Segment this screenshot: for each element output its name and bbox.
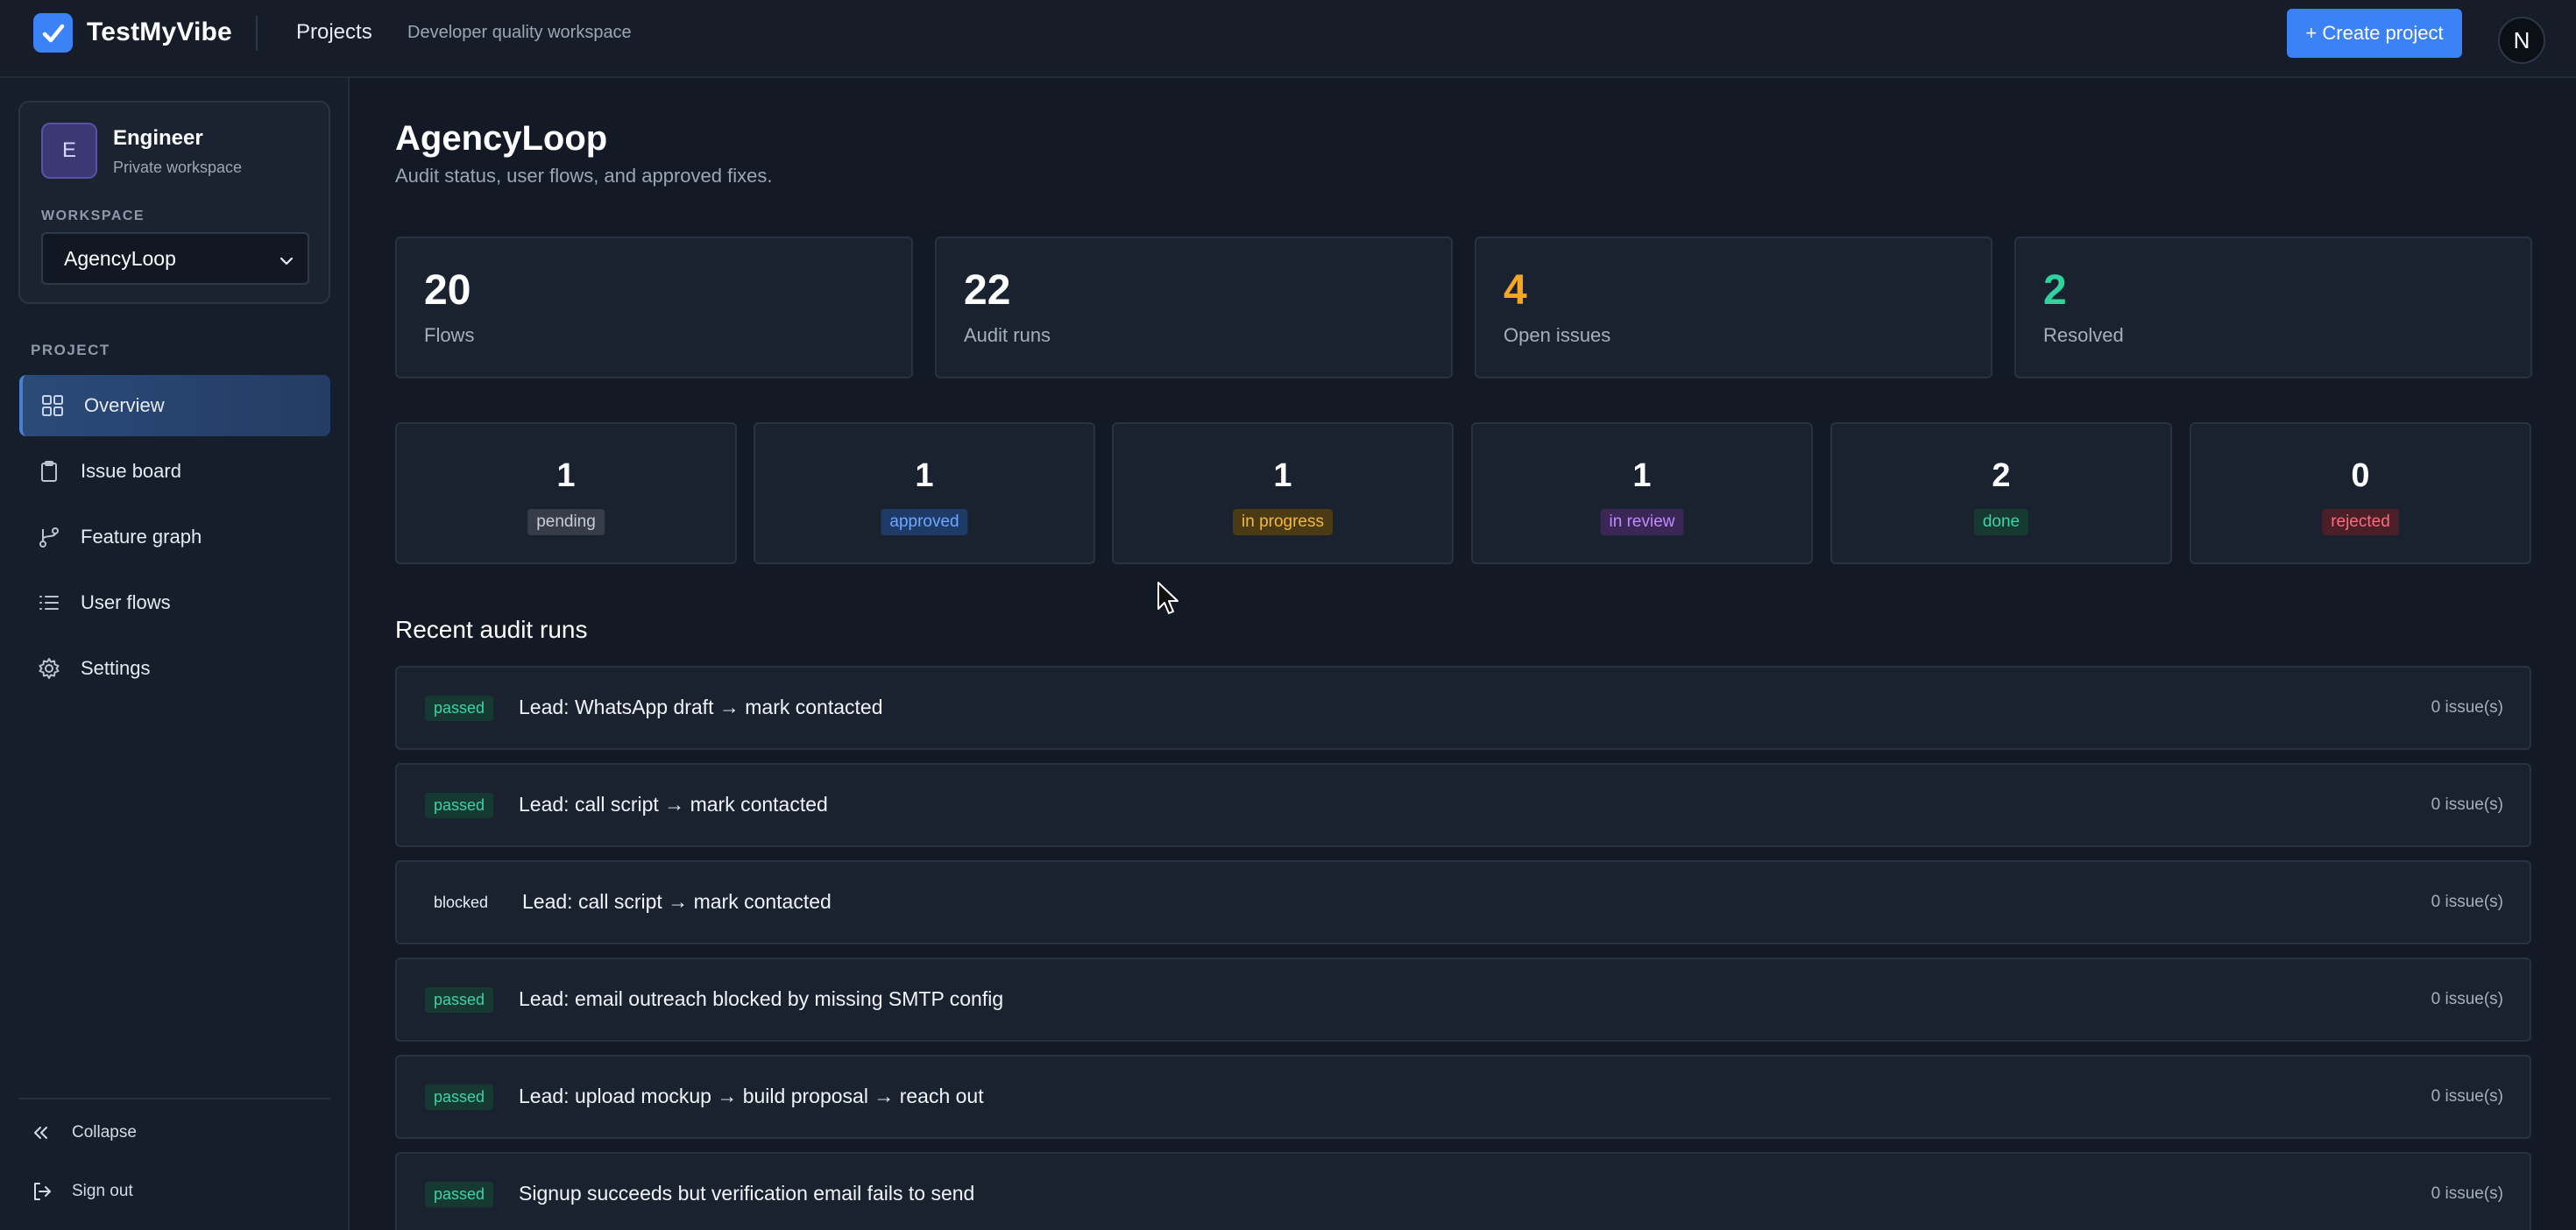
collapse-label: Collapse xyxy=(72,1123,137,1142)
status-badge: done xyxy=(1973,509,2029,535)
page-subtitle: Audit status, user flows, and approved f… xyxy=(395,165,773,187)
nav-projects-link[interactable]: Projects xyxy=(296,20,372,45)
chevrons-left-icon xyxy=(32,1123,56,1142)
run-status-badge: blocked xyxy=(434,894,489,911)
audit-run-row[interactable]: passed Lead: call script → mark contacte… xyxy=(395,763,2531,847)
run-status-badge: passed xyxy=(425,987,494,1013)
status-card-approved: 1 approved xyxy=(754,422,1095,564)
workspace-avatar: E xyxy=(41,123,97,179)
run-issue-count: 0 issue(s) xyxy=(2431,698,2503,717)
stat-card-flows: 20 Flows xyxy=(395,237,913,378)
status-badge: rejected xyxy=(2322,509,2399,535)
audit-run-row[interactable]: passed Lead: email outreach blocked by m… xyxy=(395,958,2531,1042)
run-title: Lead: call script → mark contacted xyxy=(519,793,828,816)
clipboard-icon xyxy=(37,459,61,484)
sidebar-item-settings[interactable]: Settings xyxy=(19,638,330,699)
run-status-badge: passed xyxy=(425,1085,494,1110)
sidebar-item-label: Issue board xyxy=(81,460,181,482)
stat-label: Resolved xyxy=(2043,324,2124,346)
run-status-badge: passed xyxy=(425,696,494,721)
stat-value: 4 xyxy=(1504,267,1527,314)
branch-icon xyxy=(37,525,61,549)
run-issue-count: 0 issue(s) xyxy=(2431,795,2503,814)
stat-value: 20 xyxy=(424,267,471,314)
collapse-button[interactable]: Collapse xyxy=(32,1123,137,1142)
sign-out-icon xyxy=(32,1181,56,1202)
run-issue-count: 0 issue(s) xyxy=(2431,1087,2503,1106)
run-issue-count: 0 issue(s) xyxy=(2431,893,2503,911)
status-count: 1 xyxy=(556,457,576,494)
workspace-owner-name: Engineer xyxy=(113,126,203,150)
audit-run-row[interactable]: passed Lead: WhatsApp draft → mark conta… xyxy=(395,666,2531,750)
sign-out-label: Sign out xyxy=(72,1182,133,1200)
status-count: 1 xyxy=(1632,457,1652,494)
run-title: Lead: upload mockup → build proposal → r… xyxy=(519,1085,984,1107)
sidebar-item-label: User flows xyxy=(81,591,171,613)
status-card-done: 2 done xyxy=(1830,422,2172,564)
workspace-select-value: AgencyLoop xyxy=(64,246,176,270)
audit-run-row[interactable]: blocked Lead: call script → mark contact… xyxy=(395,860,2531,944)
create-project-button[interactable]: + Create project xyxy=(2287,9,2462,58)
sidebar-item-label: Feature graph xyxy=(81,526,202,548)
stat-label: Open issues xyxy=(1504,324,1611,346)
user-avatar[interactable]: N xyxy=(2498,17,2545,64)
grid-icon xyxy=(40,393,65,418)
chevron-down-icon xyxy=(278,251,295,275)
sidebar-item-label: Overview xyxy=(84,394,165,416)
check-logo-icon[interactable] xyxy=(33,13,73,53)
workspace-label: WORKSPACE xyxy=(41,209,145,223)
status-count: 2 xyxy=(1992,457,2011,494)
run-title: Signup succeeds but verification email f… xyxy=(519,1182,975,1205)
sidebar-item-user-flows[interactable]: User flows xyxy=(19,572,330,633)
mouse-pointer-icon xyxy=(1157,581,1183,620)
project-section-label: PROJECT xyxy=(31,342,110,358)
sidebar-item-overview[interactable]: Overview xyxy=(19,375,330,436)
run-issue-count: 0 issue(s) xyxy=(2431,990,2503,1008)
workspace-type: Private workspace xyxy=(113,159,243,176)
sidebar-item-issue-board[interactable]: Issue board xyxy=(19,441,330,502)
status-card-pending: 1 pending xyxy=(395,422,737,564)
status-badge: in review xyxy=(1600,509,1684,535)
brand-name[interactable]: TestMyVibe xyxy=(87,18,232,47)
stat-label: Audit runs xyxy=(964,324,1051,346)
status-count: 1 xyxy=(1273,457,1292,494)
stat-label: Flows xyxy=(424,324,475,346)
stat-value: 22 xyxy=(964,267,1011,314)
status-card-rejected: 0 rejected xyxy=(2190,422,2531,564)
top-bar: TestMyVibe Projects Developer quality wo… xyxy=(0,0,2576,78)
sidebar-item-label: Settings xyxy=(81,657,151,679)
workspace-select[interactable]: AgencyLoop xyxy=(41,232,309,285)
sidebar-divider xyxy=(19,1098,330,1099)
sidebar: E Engineer Private workspace WORKSPACE A… xyxy=(0,78,350,1230)
recent-audit-runs-title: Recent audit runs xyxy=(395,616,588,643)
audit-run-row[interactable]: passed Lead: upload mockup → build propo… xyxy=(395,1055,2531,1139)
run-status-badge: passed xyxy=(425,793,494,818)
audit-run-row[interactable]: passed Signup succeeds but verification … xyxy=(395,1152,2531,1230)
status-badge: approved xyxy=(881,509,968,535)
run-title: Lead: email outreach blocked by missing … xyxy=(519,987,1004,1010)
stat-card-audit-runs: 22 Audit runs xyxy=(935,237,1453,378)
run-status-badge: passed xyxy=(425,1182,494,1207)
run-title: Lead: WhatsApp draft → mark contacted xyxy=(519,696,883,718)
header-subtitle: Developer quality workspace xyxy=(407,23,632,42)
run-title: Lead: call script → mark contacted xyxy=(522,890,832,913)
list-icon xyxy=(37,590,61,615)
page-title: AgencyLoop xyxy=(395,119,608,158)
status-count: 0 xyxy=(2351,457,2370,494)
gear-icon xyxy=(37,656,61,681)
status-badge: in progress xyxy=(1233,509,1333,535)
sign-out-button[interactable]: Sign out xyxy=(32,1181,133,1202)
status-card-in-review: 1 in review xyxy=(1471,422,1813,564)
status-count: 1 xyxy=(915,457,934,494)
status-card-in-progress: 1 in progress xyxy=(1112,422,1454,564)
status-badge: pending xyxy=(527,509,605,535)
header-divider xyxy=(256,16,258,51)
sidebar-item-feature-graph[interactable]: Feature graph xyxy=(19,506,330,568)
run-issue-count: 0 issue(s) xyxy=(2431,1184,2503,1203)
stat-value: 2 xyxy=(2043,267,2067,314)
workspace-card: E Engineer Private workspace WORKSPACE A… xyxy=(18,101,330,304)
stat-card-resolved: 2 Resolved xyxy=(2014,237,2532,378)
stat-card-open-issues: 4 Open issues xyxy=(1475,237,1992,378)
